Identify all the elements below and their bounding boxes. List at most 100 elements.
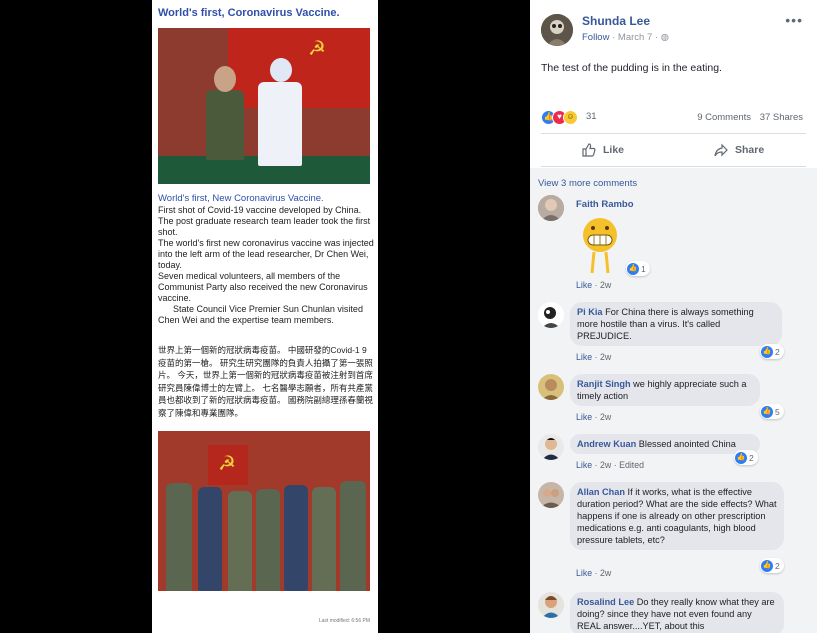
- comment-bubble: Pi Kia For China there is always somethi…: [570, 302, 782, 346]
- comment: Faith Rambo 👍 1 Like · 2w: [538, 195, 808, 295]
- comment-actions: Like · 2w: [576, 412, 611, 422]
- comment: Allan Chan If it works, what is the effe…: [538, 482, 808, 582]
- grinning-sticker-icon[interactable]: [580, 215, 620, 277]
- doc-chinese-text: 世界上第一個新的冠狀病毒疫苗。 中國研發的Covid-1 9疫苗的第一槍。 研究…: [158, 345, 373, 418]
- commenter-avatar[interactable]: [538, 434, 564, 460]
- photo-viewer[interactable]: World's first, Coronavirus Vaccine. ☭ Wo…: [0, 0, 530, 633]
- commenter-name[interactable]: Andrew Kuan: [577, 439, 636, 449]
- comment-text: Blessed anointed China: [638, 439, 736, 449]
- share-icon: [714, 143, 728, 157]
- meta-separator: ·: [612, 32, 616, 43]
- comment-time[interactable]: 2w: [600, 280, 611, 290]
- dot-separator: ·: [594, 460, 598, 470]
- comment-time[interactable]: 2w: [600, 460, 611, 470]
- doc-paragraph: First shot of Covid-19 vaccine developed…: [158, 205, 371, 237]
- comment-reactions[interactable]: 👍 2: [760, 344, 784, 359]
- comment-actions: Like · 2w · Edited: [576, 460, 644, 470]
- post-date[interactable]: March 7: [618, 32, 652, 43]
- comment-bubble: Rosalind Lee Do they really know what th…: [570, 592, 784, 633]
- doc-english-text: First shot of Covid-19 vaccine developed…: [158, 205, 374, 326]
- like-button[interactable]: Like: [582, 143, 624, 157]
- dot-separator: ·: [594, 352, 598, 362]
- comment-reactions[interactable]: 👍 2: [760, 558, 784, 573]
- comment-actions: Like · 2w: [576, 352, 611, 362]
- comment-like-button[interactable]: Like: [576, 280, 592, 290]
- comment: Ranjit Singh we highly appreciate such a…: [538, 374, 808, 430]
- comment-like-count: 2: [749, 452, 754, 463]
- like-reaction-icon: 👍: [761, 405, 773, 418]
- author-name[interactable]: Shunda Lee: [582, 14, 650, 28]
- comment-bubble: Allan Chan If it works, what is the effe…: [570, 482, 784, 550]
- divider: [541, 133, 806, 134]
- like-reaction-icon: 👍: [761, 559, 773, 572]
- comment-bubble: Ranjit Singh we highly appreciate such a…: [570, 374, 760, 406]
- doc-footer: Last modified: 6:56 PM: [318, 618, 370, 624]
- commenter-name[interactable]: Rosalind Lee: [577, 597, 634, 607]
- doc-title: World's first, Coronavirus Vaccine.: [158, 7, 340, 19]
- engagement-counts: 9 Comments 37 Shares: [691, 112, 803, 123]
- dot-separator: ·: [594, 280, 598, 290]
- comment-reactions[interactable]: 👍 1: [626, 261, 650, 276]
- follow-link[interactable]: Follow: [582, 32, 609, 43]
- like-reaction-icon: 👍: [627, 262, 639, 275]
- commenter-avatar[interactable]: [538, 374, 564, 400]
- thumbs-up-icon: [582, 143, 596, 157]
- comment-actions: Like · 2w: [576, 280, 611, 290]
- dot-separator: ·: [613, 460, 617, 470]
- dot-separator: ·: [594, 412, 598, 422]
- commenter-name[interactable]: Faith Rambo: [576, 199, 634, 210]
- dot-separator: ·: [594, 568, 598, 578]
- commenter-name[interactable]: Ranjit Singh: [577, 379, 631, 389]
- commenter-name[interactable]: Pi Kia: [577, 307, 603, 317]
- comment-time[interactable]: 2w: [600, 568, 611, 578]
- comment-reactions[interactable]: 👍 5: [760, 404, 784, 419]
- group-photo: ☭: [158, 431, 370, 591]
- meta-separator: ·: [654, 32, 659, 43]
- comment-text: For China there is always something more…: [577, 307, 754, 341]
- comment: Rosalind Lee Do they really know what th…: [538, 592, 808, 633]
- more-options-icon[interactable]: •••: [785, 12, 803, 28]
- view-more-comments-link[interactable]: View 3 more comments: [538, 178, 637, 189]
- post-text: The test of the pudding is in the eating…: [541, 62, 722, 74]
- share-button[interactable]: Share: [714, 143, 764, 157]
- doc-paragraph: Seven medical volunteers, all members of…: [158, 271, 368, 303]
- commenter-avatar[interactable]: [538, 302, 564, 328]
- like-label: Like: [603, 144, 625, 156]
- comment-bubble: Andrew Kuan Blessed anointed China: [570, 434, 760, 454]
- comment-like-count: 1: [641, 263, 646, 274]
- comments-count[interactable]: 9 Comments: [697, 112, 751, 123]
- commenter-name[interactable]: Allan Chan: [577, 487, 625, 497]
- author-avatar[interactable]: [541, 14, 573, 46]
- comment-like-button[interactable]: Like: [576, 412, 592, 422]
- document-image: World's first, Coronavirus Vaccine. ☭ Wo…: [152, 0, 378, 633]
- comment: Pi Kia For China there is always somethi…: [538, 302, 808, 362]
- commenter-avatar[interactable]: [538, 195, 564, 221]
- vaccination-photo: ☭: [158, 28, 370, 184]
- like-reaction-icon: 👍: [735, 451, 747, 464]
- doc-subtitle: World's first, New Coronavirus Vaccine.: [158, 193, 324, 204]
- edited-label: Edited: [619, 460, 645, 470]
- divider: [541, 166, 806, 167]
- shares-count[interactable]: 37 Shares: [760, 112, 803, 123]
- commenter-avatar[interactable]: [538, 592, 564, 618]
- comments-section: View 3 more comments Faith Rambo 👍 1 Lik…: [530, 168, 817, 633]
- globe-icon: ◍: [660, 32, 669, 43]
- post-meta: Follow · March 7 · ◍: [582, 32, 669, 43]
- share-label: Share: [735, 144, 765, 156]
- comment-like-button[interactable]: Like: [576, 352, 592, 362]
- comment-time[interactable]: 2w: [600, 352, 611, 362]
- comment-time[interactable]: 2w: [600, 412, 611, 422]
- commenter-avatar[interactable]: [538, 482, 564, 508]
- post-panel: Shunda Lee Follow · March 7 · ◍ ••• The …: [530, 0, 817, 633]
- comment-actions: Like · 2w: [576, 568, 611, 578]
- doc-paragraph: State Council Vice Premier Sun Chunlan v…: [158, 304, 366, 325]
- comment-reactions[interactable]: 👍 2: [734, 450, 758, 465]
- comment-like-count: 2: [775, 560, 780, 571]
- doc-paragraph: The world's first new coronavirus vaccin…: [158, 238, 374, 270]
- like-reaction-icon: 👍: [761, 345, 773, 358]
- comment-like-count: 2: [775, 346, 780, 357]
- comment-like-button[interactable]: Like: [576, 568, 592, 578]
- reaction-count[interactable]: 31: [586, 111, 597, 122]
- comment-like-button[interactable]: Like: [576, 460, 592, 470]
- haha-reaction-icon: ☺: [563, 110, 578, 125]
